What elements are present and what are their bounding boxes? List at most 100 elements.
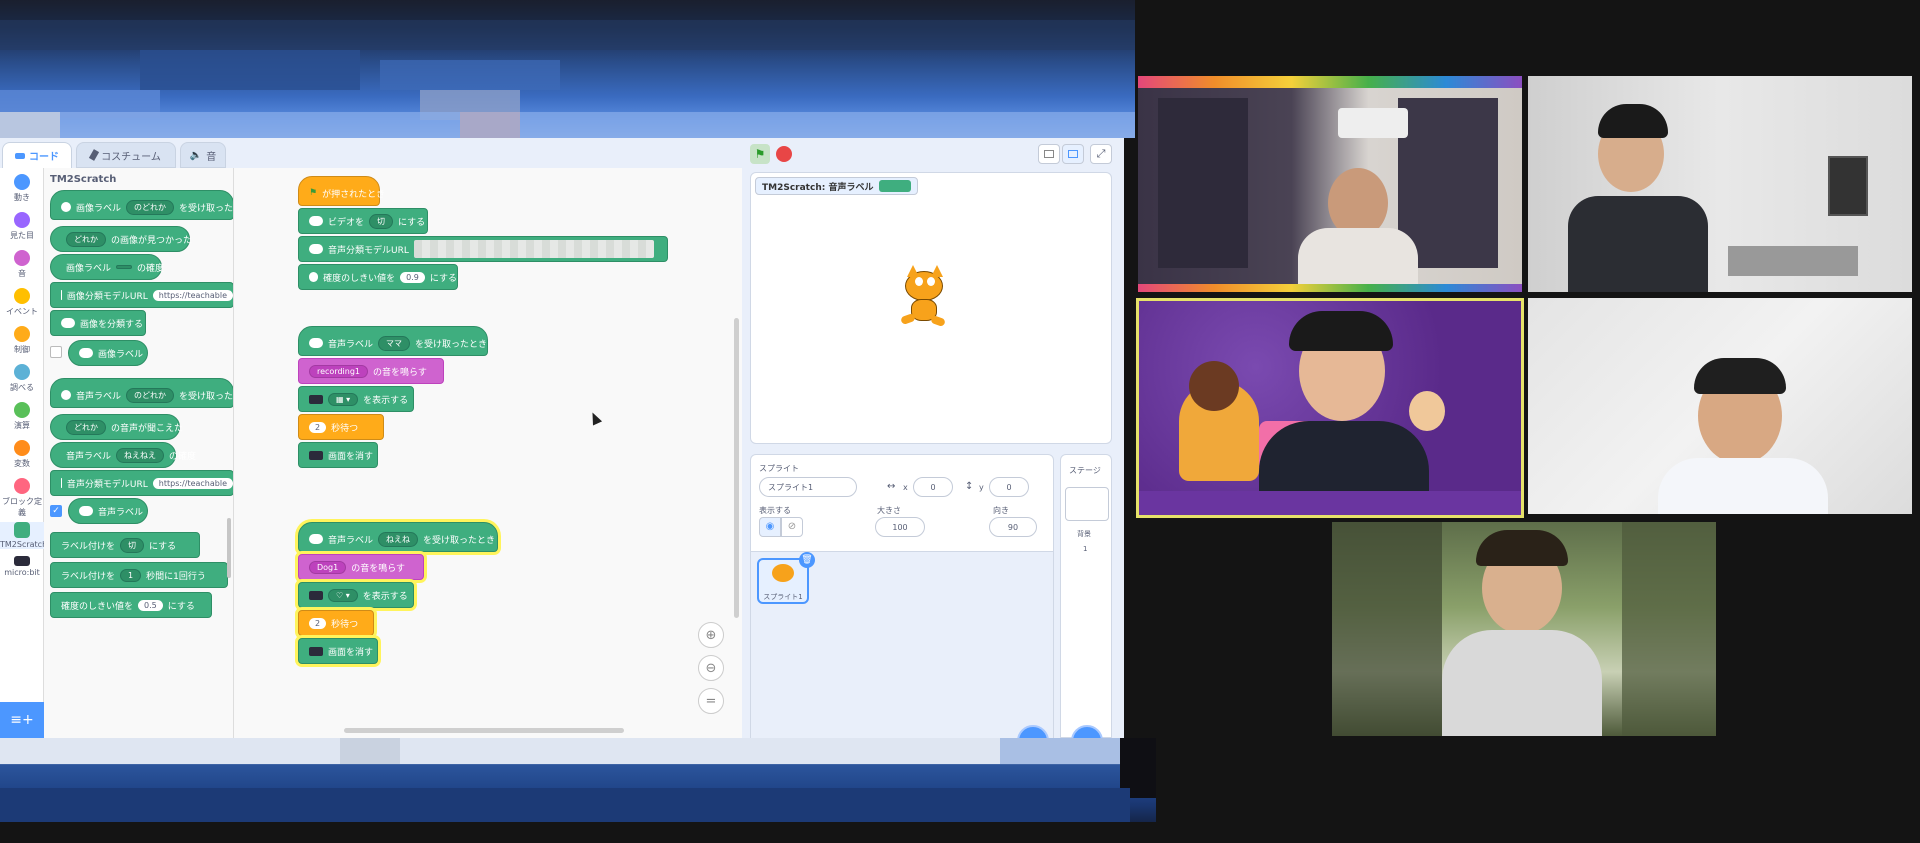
sprite-list: スプライト1 🗑: [751, 551, 1053, 739]
video-tile-5: [1332, 522, 1716, 736]
equals-icon: =: [705, 693, 717, 709]
green-flag-icon: ⚑: [754, 147, 766, 161]
play-sound-dog1-block[interactable]: Dog1 の音を鳴らす: [298, 554, 424, 580]
palette-block-classify-image[interactable]: 画像を分類する: [50, 310, 146, 336]
show-sprite-button[interactable]: ◉: [759, 517, 781, 537]
image-label-checkbox[interactable]: [50, 346, 62, 358]
code-workspace[interactable]: ⚑ が押されたとき ビデオを切にする 音声分類モデルURL 確度のしきい値を 0.9…: [234, 168, 742, 738]
zoom-out-button[interactable]: ⊖: [698, 655, 724, 681]
category-menu: 動き 見た目 音 イベント 制御 調べる 演算 変数 ブロック定義 TM2Scr…: [0, 168, 47, 738]
palette-block-image-model-url[interactable]: 画像分類モデルURL https://teachable: [50, 282, 233, 308]
eye-slash-icon: ⊘: [787, 521, 797, 532]
cloud-icon: [61, 290, 62, 300]
category-events[interactable]: イベント: [0, 288, 44, 317]
microbit-icon: [309, 450, 323, 460]
sound-label-monitor: TM2Scratch: 音声ラベル: [755, 177, 919, 195]
cloud-icon: [61, 390, 71, 400]
sound-label-mama-hat-block[interactable]: 音声ラベル ママ を受け取ったとき: [298, 326, 488, 356]
palette-block-sound-label-hat[interactable]: 音声ラベル のどれか を受け取った: [50, 378, 233, 408]
backdrop-thumbnail[interactable]: [1065, 487, 1109, 521]
sound-label-neene-hat-block[interactable]: 音声ラベル ねえね を受け取ったとき: [298, 522, 498, 552]
sound-label-checkbox[interactable]: ✓: [50, 505, 62, 517]
large-stage-button[interactable]: [1062, 144, 1084, 164]
scratch-editor: コード コスチューム 🔈 音 動き 見た目 音 イベント 制御 調べる 演算 変…: [0, 138, 1124, 757]
workspace-horizontal-scrollbar[interactable]: [344, 728, 624, 733]
palette-block-confidence-threshold[interactable]: 確度のしきい値を 0.5 にする: [50, 592, 212, 618]
cloud-icon: [309, 244, 323, 254]
green-flag-icon: ⚑: [309, 188, 318, 198]
display-heart-block[interactable]: ♡ ▾ を表示する: [298, 582, 414, 608]
wait-seconds-block-2[interactable]: 2 秒待つ: [298, 610, 374, 636]
tab-code[interactable]: コード: [2, 142, 72, 168]
cloud-icon: [79, 348, 93, 358]
category-variables[interactable]: 変数: [0, 440, 44, 469]
microbit-icon: [309, 590, 323, 600]
fullscreen-button[interactable]: ⤢: [1090, 144, 1112, 164]
workspace-vertical-scrollbar[interactable]: [734, 318, 739, 618]
cloud-icon: [309, 338, 323, 348]
palette-block-image-label-hat[interactable]: 画像ラベル のどれか を受け取った: [50, 190, 233, 220]
sprite-heading: スプライト: [759, 464, 799, 473]
small-stage-icon: [1044, 150, 1054, 158]
palette-block-labeling-interval[interactable]: ラベル付けを 1 秒間に1回行う: [50, 562, 228, 588]
small-stage-button[interactable]: [1038, 144, 1060, 164]
category-my-blocks[interactable]: ブロック定義: [0, 478, 44, 518]
clear-screen-block-2[interactable]: 画面を消す: [298, 638, 378, 664]
stage-canvas[interactable]: TM2Scratch: 音声ラベル: [750, 172, 1112, 444]
zoom-reset-button[interactable]: =: [698, 688, 724, 714]
zoom-in-button[interactable]: ⊕: [698, 622, 724, 648]
trash-icon: 🗑: [801, 555, 813, 565]
category-control[interactable]: 制御: [0, 326, 44, 355]
hide-sprite-button[interactable]: ⊘: [781, 517, 803, 537]
model-url-field-redacted: [413, 240, 654, 258]
palette-reporter-sound-label[interactable]: 音声ラベル: [68, 498, 148, 524]
tab-costumes[interactable]: コスチューム: [76, 142, 176, 168]
monitor-value: [879, 180, 912, 192]
category-microbit[interactable]: micro:bit: [0, 556, 44, 577]
x-input[interactable]: 0: [913, 477, 953, 497]
category-sensing[interactable]: 調べる: [0, 364, 44, 393]
display-pattern-block[interactable]: ▦ ▾ を表示する: [298, 386, 414, 412]
clear-screen-block[interactable]: 画面を消す: [298, 442, 378, 468]
play-sound-recording1-block[interactable]: recording1 の音を鳴らす: [298, 358, 444, 384]
video-toggle-block[interactable]: ビデオを切にする: [298, 208, 428, 234]
palette-block-sound-confidence[interactable]: 音声ラベル ねえねえ の確度: [50, 442, 196, 468]
cat-sprite[interactable]: [891, 265, 957, 331]
palette-block-image-found[interactable]: どれか の画像が見つかった: [50, 226, 192, 252]
direction-input[interactable]: 90: [989, 517, 1037, 537]
confidence-threshold-block[interactable]: 確度のしきい値を 0.9 にする: [298, 264, 458, 290]
stop-button[interactable]: [776, 146, 792, 162]
pattern-dropdown: ▦ ▾: [328, 392, 359, 406]
cloud-icon: [61, 202, 71, 212]
stage-area: ⚑ ⤢ TM2Scratch: 音声ラベル スプライト スプライト1 ↔ x 0…: [748, 138, 1124, 757]
delete-sprite-button[interactable]: 🗑: [799, 552, 815, 568]
when-flag-clicked-block[interactable]: ⚑ が押されたとき: [298, 176, 385, 206]
heart-dropdown: ♡ ▾: [328, 588, 358, 602]
category-operators[interactable]: 演算: [0, 402, 44, 431]
category-tm2scratch[interactable]: TM2Scratch: [0, 522, 47, 549]
microbit-icon: [309, 646, 323, 656]
y-input[interactable]: 0: [989, 477, 1029, 497]
category-sound[interactable]: 音: [0, 250, 44, 279]
category-motion[interactable]: 動き: [0, 174, 44, 203]
palette-scrollbar[interactable]: [227, 518, 231, 578]
palette-block-image-confidence[interactable]: 画像ラベル の確度: [50, 254, 164, 280]
size-input[interactable]: 100: [875, 517, 925, 537]
palette-block-labeling-toggle[interactable]: ラベル付けを切にする: [50, 532, 200, 558]
tab-sounds[interactable]: 🔈 音: [180, 142, 226, 168]
wait-seconds-block[interactable]: 2 秒待つ: [298, 414, 384, 440]
sprite-name-input[interactable]: スプライト1: [759, 477, 857, 497]
palette-block-sound-model-url[interactable]: 音声分類モデルURL https://teachable: [50, 470, 233, 496]
palette-block-sound-heard[interactable]: どれか の音声が聞こえた: [50, 414, 183, 440]
cloud-icon: [61, 318, 75, 328]
stage-target-pane[interactable]: ステージ 背景 1: [1060, 454, 1112, 757]
video-tile-4: [1528, 298, 1912, 514]
zoom-out-icon: ⊖: [705, 660, 717, 676]
sound-model-url-block[interactable]: 音声分類モデルURL: [298, 236, 668, 262]
add-extension-button[interactable]: ≡+: [0, 702, 44, 738]
green-flag-button[interactable]: ⚑: [750, 144, 770, 164]
palette-reporter-image-label[interactable]: 画像ラベル: [68, 340, 148, 366]
category-looks[interactable]: 見た目: [0, 212, 44, 241]
blurred-footer-region: [0, 738, 1156, 822]
cat-thumbnail-icon: [772, 564, 794, 582]
